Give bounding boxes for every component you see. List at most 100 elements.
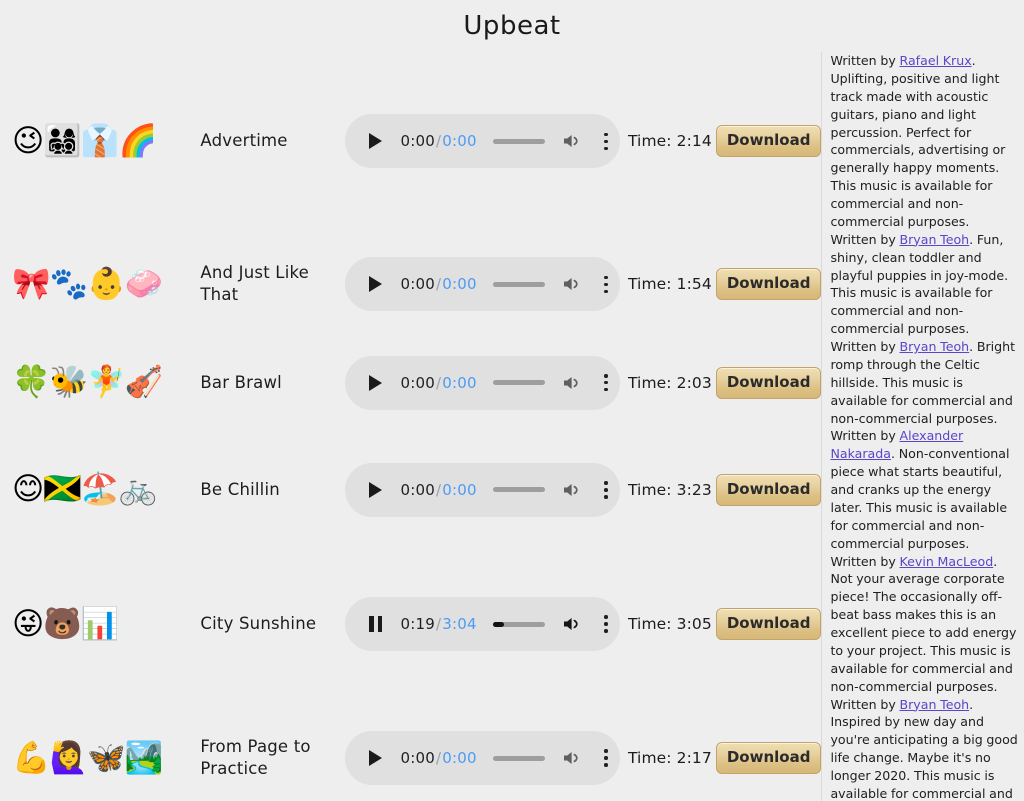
play-icon[interactable] <box>365 747 387 769</box>
track-description-cell: Written by Bryan Teoh. Fun, shiny, clean… <box>821 230 1024 338</box>
track-description: Written by Alexander Nakarada. Non-conve… <box>830 427 1022 552</box>
download-button[interactable]: Download <box>715 608 822 640</box>
description-body: . Uplifting, positive and light track ma… <box>830 53 1006 229</box>
time-separator: / <box>435 275 442 294</box>
kebab-menu-icon[interactable] <box>598 748 614 768</box>
track-description: Written by Rafael Krux. Uplifting, posit… <box>830 52 1022 231</box>
audio-player[interactable]: 0:00/0:00 <box>344 731 620 786</box>
play-icon[interactable] <box>365 372 387 394</box>
table-row: 😊🇯🇲🏖️🚲 Be Chillin 0:00/0:00 Time: 3:23 Downl… <box>0 427 1024 553</box>
track-description: Written by Bryan Teoh. Bright romp throu… <box>830 338 1022 427</box>
current-time: 0:00 <box>400 132 435 151</box>
time-separator: / <box>435 749 442 768</box>
time-separator: / <box>435 615 442 633</box>
play-icon[interactable] <box>365 130 387 152</box>
table-row: 😜🐻📊 City Sunshine 0:19/3:04 Time: 3:05 Downl… <box>0 552 1024 696</box>
written-by-prefix: Written by <box>830 339 900 354</box>
current-time: 0:00 <box>400 480 435 499</box>
track-table: 😉👨‍👩‍👧‍👦👔🌈 Advertime 0:00/0:00 Time: 2:14 Do… <box>0 52 1024 801</box>
total-duration: 3:04 <box>442 615 477 633</box>
kebab-menu-icon[interactable] <box>598 131 614 151</box>
track-table-body: 😉👨‍👩‍👧‍👦👔🌈 Advertime 0:00/0:00 Time: 2:14 Do… <box>0 52 1024 801</box>
description-body: . Non-conventional piece what starts bea… <box>830 446 1010 551</box>
volume-icon[interactable] <box>562 374 582 392</box>
track-emoji: 😜🐻📊 <box>12 605 120 642</box>
audio-player[interactable]: 0:00/0:00 <box>344 257 620 312</box>
kebab-menu-icon[interactable] <box>598 480 614 500</box>
volume-slider[interactable] <box>492 487 545 493</box>
time-separator: / <box>435 373 442 392</box>
written-by-prefix: Written by <box>830 553 900 569</box>
volume-icon[interactable] <box>562 275 582 293</box>
volume-slider[interactable] <box>492 281 545 287</box>
author-link[interactable]: Bryan Teoh <box>899 697 969 712</box>
volume-icon[interactable] <box>562 749 582 767</box>
volume-slider[interactable] <box>492 621 545 627</box>
track-emoji: 😊🇯🇲🏖️🚲 <box>12 471 157 508</box>
track-title: City Sunshine <box>200 613 317 633</box>
written-by-prefix: Written by <box>830 428 900 444</box>
current-time: 0:00 <box>400 373 435 392</box>
audio-player-cell: 0:19/3:04 <box>344 553 624 696</box>
track-emoji: 😉👨‍👩‍👧‍👦👔🌈 <box>12 122 157 159</box>
kebab-menu-icon[interactable] <box>598 614 614 634</box>
kebab-menu-icon[interactable] <box>598 373 614 393</box>
author-link[interactable]: Rafael Krux <box>899 53 971 68</box>
volume-slider[interactable] <box>492 138 545 144</box>
audio-player[interactable]: 0:00/0:00 <box>344 462 620 517</box>
track-description-cell: Written by Kevin MacLeod. Not your avera… <box>821 552 1024 696</box>
play-icon[interactable] <box>365 479 387 501</box>
download-button[interactable]: Download <box>715 268 822 301</box>
current-time: 0:00 <box>400 749 435 768</box>
total-duration: 0:00 <box>442 749 477 768</box>
written-by-prefix: Written by <box>830 696 900 712</box>
download-button[interactable]: Download <box>715 473 822 506</box>
author-link[interactable]: Bryan Teoh <box>899 339 969 354</box>
audio-player[interactable]: 0:19/3:04 <box>344 597 620 651</box>
audio-player[interactable]: 0:00/0:00 <box>344 355 620 410</box>
current-time: 0:00 <box>400 275 435 294</box>
track-description: Written by Bryan Teoh. Fun, shiny, clean… <box>830 231 1022 338</box>
time-display: 0:19/3:04 <box>401 615 477 633</box>
play-icon[interactable] <box>365 273 387 295</box>
total-duration: 0:00 <box>442 373 477 392</box>
time-display: 0:00/0:00 <box>401 374 477 392</box>
volume-slider[interactable] <box>492 380 545 386</box>
pause-icon[interactable] <box>365 613 387 635</box>
volume-slider[interactable] <box>492 755 545 761</box>
track-description-cell: Written by Bryan Teoh. Bright romp throu… <box>821 338 1024 428</box>
download-button[interactable]: Download <box>715 742 822 775</box>
track-emoji: 💪🙋‍♀️🦋🏞️ <box>12 739 163 776</box>
total-duration: 0:00 <box>442 480 477 499</box>
download-cell: Download <box>712 52 822 231</box>
track-duration-label: Time: 1:54 <box>627 275 712 294</box>
volume-icon[interactable] <box>562 615 582 633</box>
download-button[interactable]: Download <box>715 125 822 158</box>
track-emoji: 🎀🐾👶🧼 <box>12 265 163 302</box>
audio-player-cell: 0:00/0:00 <box>344 52 624 231</box>
track-description-cell: Written by Rafael Krux. Uplifting, posit… <box>821 52 1024 231</box>
volume-icon[interactable] <box>562 481 582 499</box>
track-duration-label: Time: 3:05 <box>627 615 712 633</box>
audio-player[interactable]: 0:00/0:00 <box>344 114 620 169</box>
track-emoji: 🍀🐝🧚🎻 <box>12 364 163 401</box>
kebab-menu-icon[interactable] <box>598 274 614 294</box>
track-title: Advertime <box>200 131 288 151</box>
total-duration: 0:00 <box>442 132 477 151</box>
table-row: 🎀🐾👶🧼 And Just Like That 0:00/0:00 Time: 1:5… <box>0 230 1024 338</box>
time-display: 0:00/0:00 <box>401 481 477 499</box>
author-link[interactable]: Kevin MacLeod <box>899 554 993 569</box>
track-title: Bar Brawl <box>200 372 282 392</box>
download-button[interactable]: Download <box>715 366 822 399</box>
total-duration: 0:00 <box>442 275 477 294</box>
table-row: 💪🙋‍♀️🦋🏞️ From Page to Practice 0:00/0:00 Ti… <box>0 695 1024 801</box>
time-separator: / <box>435 480 442 499</box>
author-link[interactable]: Bryan Teoh <box>899 232 969 247</box>
time-display: 0:00/0:00 <box>401 132 477 150</box>
track-duration-label: Time: 2:17 <box>627 749 712 768</box>
track-description-cell: Written by Bryan Teoh. Inspired by new d… <box>821 695 1024 801</box>
download-cell: Download <box>712 696 822 801</box>
track-duration-label: Time: 3:23 <box>627 480 712 499</box>
time-display: 0:00/0:00 <box>401 749 477 767</box>
volume-icon[interactable] <box>562 132 582 150</box>
